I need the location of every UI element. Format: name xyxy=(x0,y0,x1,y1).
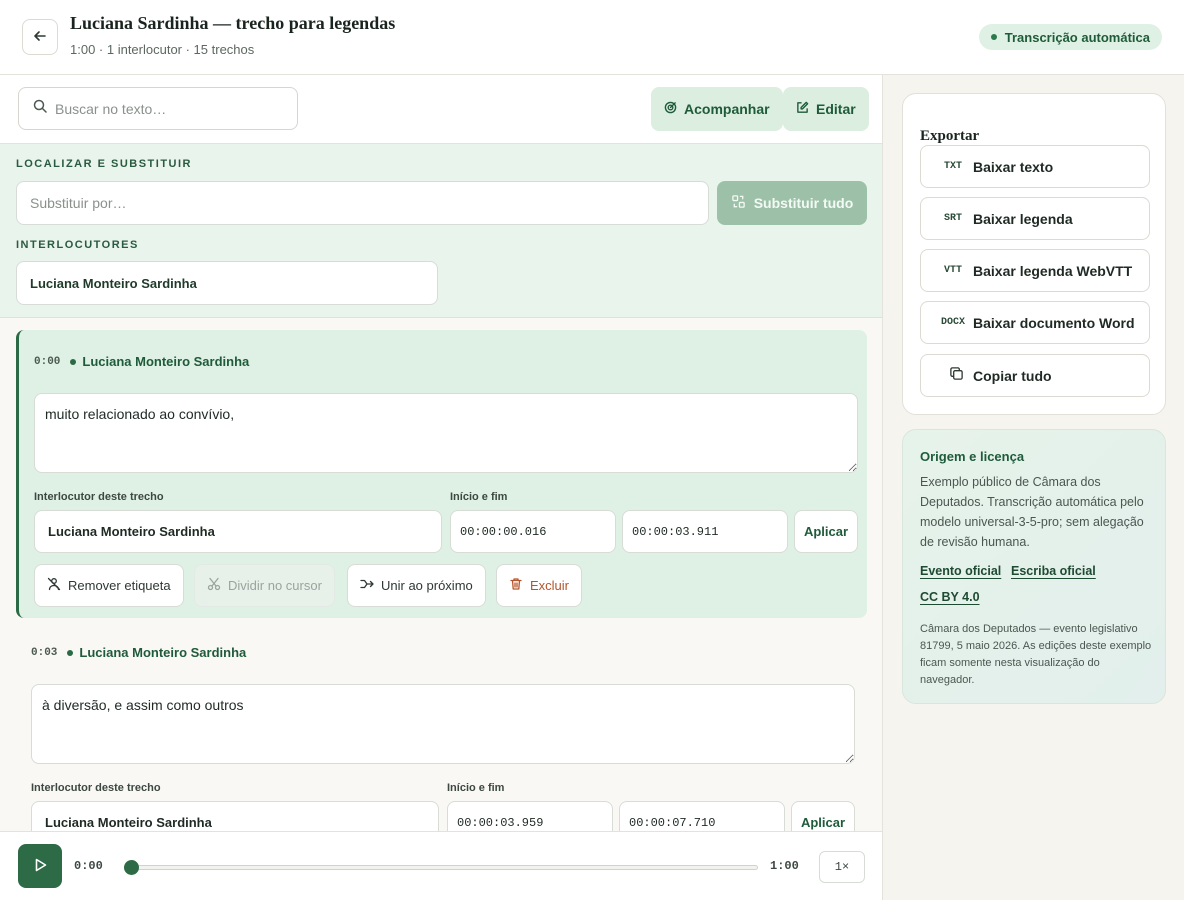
search-icon xyxy=(33,99,47,118)
official-event-link[interactable]: Evento oficial xyxy=(920,564,1001,578)
seek-bar[interactable] xyxy=(124,860,758,875)
header: Luciana Sardinha — trecho para legendas … xyxy=(0,0,1184,75)
export-title: Exportar xyxy=(920,128,980,144)
speaker-name-field[interactable]: Luciana Monteiro Sardinha xyxy=(16,261,438,305)
segment-list: 0:00 Luciana Monteiro Sardinha muito rel… xyxy=(0,319,882,831)
seek-thumb[interactable] xyxy=(124,860,139,875)
tag-off-icon xyxy=(47,577,61,594)
download-txt-label: Baixar texto xyxy=(973,158,1054,175)
segment-speaker-select[interactable]: Luciana Monteiro Sardinha xyxy=(31,801,439,831)
official-scribe-link[interactable]: Escriba oficial xyxy=(1011,564,1096,578)
end-time-input[interactable] xyxy=(622,510,788,553)
merge-next-button[interactable]: Unir ao próximo xyxy=(347,564,486,607)
edit-label: Editar xyxy=(816,101,856,117)
segment-time[interactable]: 0:03 xyxy=(31,647,57,659)
follow-label: Acompanhar xyxy=(684,101,770,117)
split-label: Dividir no cursor xyxy=(228,578,322,593)
split-at-cursor-button[interactable]: Dividir no cursor xyxy=(194,564,335,607)
target-icon xyxy=(664,101,677,117)
docx-format-code: DOCX xyxy=(940,317,965,328)
replace-all-label: Substituir tudo xyxy=(753,195,854,211)
download-docx-button[interactable]: DOCX Baixar documento Word xyxy=(920,301,1150,344)
search-box xyxy=(18,87,298,130)
current-time: 0:00 xyxy=(74,859,103,873)
segment-text-input[interactable]: à diversão, e assim como outros xyxy=(31,684,855,764)
license-note: Câmara dos Deputados — evento legislativ… xyxy=(920,623,1152,686)
scissors-icon xyxy=(207,577,221,594)
replace-input[interactable] xyxy=(16,181,709,225)
merge-icon xyxy=(360,577,374,594)
find-replace-panel: LOCALIZAR E SUBSTITUIR Substituir tudo I… xyxy=(0,144,882,318)
play-button[interactable] xyxy=(18,844,62,888)
export-card: Exportar TXT Baixar texto SRT Baixar leg… xyxy=(902,93,1166,415)
txt-format-code: TXT xyxy=(943,161,962,172)
status-badge: Transcrição automática xyxy=(978,24,1162,50)
download-srt-button[interactable]: SRT Baixar legenda xyxy=(920,197,1150,240)
vtt-format-code: VTT xyxy=(943,265,962,276)
time-field-label: Início e fim xyxy=(450,491,508,503)
copy-all-button[interactable]: Copiar tudo xyxy=(920,354,1150,397)
download-srt-label: Baixar legenda xyxy=(973,210,1073,227)
copy-icon xyxy=(921,366,973,385)
segment-text-input[interactable]: muito relacionado ao convívio, xyxy=(34,393,858,473)
merge-label: Unir ao próximo xyxy=(381,578,473,593)
remove-label-button[interactable]: Remover etiqueta xyxy=(34,564,184,607)
delete-label: Excluir xyxy=(530,578,570,593)
remove-label-text: Remover etiqueta xyxy=(68,578,171,593)
page-title: Luciana Sardinha — trecho para legendas xyxy=(70,13,396,33)
swap-icon xyxy=(731,194,746,212)
speaker-dot-icon xyxy=(67,649,74,656)
copy-all-label: Copiar tudo xyxy=(973,367,1052,384)
side-panel: Exportar TXT Baixar texto SRT Baixar leg… xyxy=(884,75,1184,900)
play-icon xyxy=(32,857,48,876)
replace-all-button[interactable]: Substituir tudo xyxy=(717,181,867,225)
transcript-editor: Acompanhar Editar LOCALIZAR E SUBSTITUIR… xyxy=(0,75,883,900)
download-docx-label: Baixar documento Word xyxy=(973,314,1135,331)
search-input[interactable] xyxy=(55,100,275,117)
segment-header: 0:03 Luciana Monteiro Sardinha xyxy=(31,645,246,660)
segment-speaker-select[interactable]: Luciana Monteiro Sardinha xyxy=(34,510,442,553)
segment-item: 0:00 Luciana Monteiro Sardinha muito rel… xyxy=(16,330,867,618)
playback-speed-button[interactable]: 1× xyxy=(819,851,865,883)
follow-button[interactable]: Acompanhar xyxy=(651,87,783,131)
speaker-field-label: Interlocutor deste trecho xyxy=(34,491,164,503)
srt-format-code: SRT xyxy=(943,213,962,224)
audio-player: 0:00 1:00 1× xyxy=(0,831,882,900)
license-text: Exemplo público de Câmara dos Deputados.… xyxy=(920,475,1144,549)
license-title: Origem e licença xyxy=(920,449,1025,464)
page-meta: 1:00 · 1 interlocutor · 15 trechos xyxy=(70,42,255,57)
duration: 1:00 xyxy=(770,859,799,873)
back-button[interactable] xyxy=(22,19,58,55)
segment-time[interactable]: 0:00 xyxy=(34,356,60,368)
segment-item: 0:03 Luciana Monteiro Sardinha à diversã… xyxy=(16,621,867,831)
download-txt-button[interactable]: TXT Baixar texto xyxy=(920,145,1150,188)
license-card: Origem e licença Exemplo público de Câma… xyxy=(902,429,1166,704)
apply-button[interactable]: Aplicar xyxy=(791,801,855,831)
start-time-input[interactable] xyxy=(450,510,616,553)
segment-header: 0:00 Luciana Monteiro Sardinha xyxy=(34,354,249,369)
editor-toolbar: Acompanhar Editar xyxy=(0,75,882,144)
speakers-heading: INTERLOCUTORES xyxy=(16,239,139,251)
speaker-field-label: Interlocutor deste trecho xyxy=(31,782,161,794)
apply-button[interactable]: Aplicar xyxy=(794,510,858,553)
download-vtt-label: Baixar legenda WebVTT xyxy=(973,262,1133,279)
arrow-left-icon xyxy=(32,28,48,47)
start-time-input[interactable] xyxy=(447,801,613,831)
time-field-label: Início e fim xyxy=(447,782,505,794)
segment-speaker: Luciana Monteiro Sardinha xyxy=(79,645,247,660)
edit-button[interactable]: Editar xyxy=(783,87,869,131)
license-cc-link[interactable]: CC BY 4.0 xyxy=(920,590,980,604)
find-replace-heading: LOCALIZAR E SUBSTITUIR xyxy=(16,158,192,170)
delete-segment-button[interactable]: Excluir xyxy=(496,564,583,607)
segment-speaker: Luciana Monteiro Sardinha xyxy=(82,354,250,369)
edit-icon xyxy=(796,101,809,117)
download-vtt-button[interactable]: VTT Baixar legenda WebVTT xyxy=(920,249,1150,292)
trash-icon xyxy=(509,577,523,594)
speaker-dot-icon xyxy=(70,358,77,365)
end-time-input[interactable] xyxy=(619,801,785,831)
